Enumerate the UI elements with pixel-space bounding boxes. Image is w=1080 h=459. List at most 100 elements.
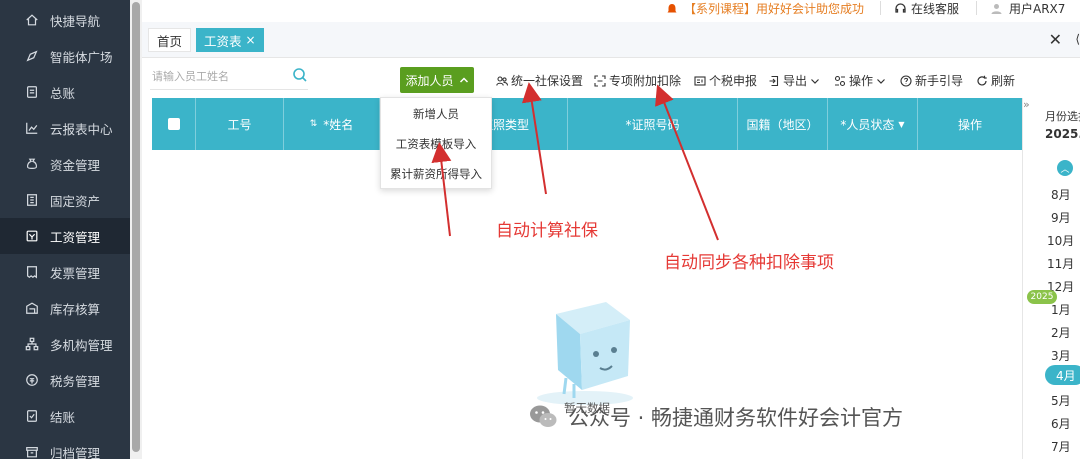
select-all-checkbox[interactable]: [167, 118, 180, 130]
month-selector-title: 月份选择: [1045, 110, 1080, 123]
sidebar-item-label: 归档管理: [50, 445, 101, 459]
new-user-guide-button[interactable]: 新手引导: [900, 72, 963, 89]
sidebar-item-ledger[interactable]: 总账: [0, 74, 130, 110]
archive-icon: [24, 444, 40, 459]
sidebar-item-agent-square[interactable]: 智能体广场: [0, 38, 130, 74]
online-service-label: 在线客服: [911, 2, 960, 16]
sidebar-item-archive[interactable]: 归档管理: [0, 434, 130, 459]
add-employee-label: 添加人员: [405, 73, 454, 88]
sidebar-item-label: 库存核算: [50, 301, 101, 317]
tab-salary-label: 工资表: [204, 33, 242, 49]
invoice-icon: [24, 264, 40, 280]
month-item[interactable]: 1月: [1051, 301, 1080, 318]
org-icon: [24, 336, 40, 352]
filter-caret-icon[interactable]: ▼: [898, 120, 904, 129]
sidebar-item-fixed-assets[interactable]: 固定资产: [0, 182, 130, 218]
column-header-status[interactable]: *人员状态 ▼: [828, 98, 918, 150]
export-label: 导出: [783, 74, 808, 88]
month-item[interactable]: 3月: [1051, 347, 1080, 364]
course-notice-link[interactable]: 【系列课程】用好好会计助您成功: [666, 0, 864, 17]
sidebar-item-invoice[interactable]: 发票管理: [0, 254, 130, 290]
sidebar-item-quick-nav[interactable]: 快捷导航: [0, 2, 130, 38]
column-header-employee-id[interactable]: 工号: [196, 98, 284, 150]
dropdown-item-cumulative-import[interactable]: 累计薪资所得导入: [381, 160, 491, 188]
social-security-settings-label: 统一社保设置: [511, 74, 584, 88]
sidebar-item-salary[interactable]: 工资管理: [0, 218, 130, 254]
tab-home[interactable]: 首页: [148, 28, 192, 52]
panel-collapse-icon[interactable]: »: [1023, 98, 1035, 116]
refresh-button[interactable]: 刷新: [976, 72, 1015, 89]
sidebar-item-closing[interactable]: 结账: [0, 398, 130, 434]
sidebar-item-report-center[interactable]: 云报表中心: [0, 110, 130, 146]
tab-close-icon[interactable]: ×: [246, 33, 256, 47]
user-name: 用户ARX7: [1009, 2, 1066, 16]
month-item[interactable]: 9月: [1051, 209, 1080, 226]
sidebar-item-label: 快捷导航: [50, 13, 101, 29]
add-employee-dropdown: 新增人员 工资表模板导入 累计薪资所得导入: [380, 97, 492, 189]
dropdown-item-label: 累计薪资所得导入: [390, 167, 482, 181]
ledger-icon: [24, 84, 40, 100]
wechat-icon: [530, 405, 557, 427]
sidebar-item-label: 固定资产: [50, 193, 101, 209]
chevron-down-icon: [877, 78, 885, 84]
tab-salary[interactable]: 工资表 ×: [196, 28, 264, 52]
search-icon[interactable]: [292, 67, 308, 83]
tab-home-label: 首页: [157, 33, 183, 49]
close-all-tabs-icon[interactable]: ✕: [1049, 30, 1062, 49]
annotation-auto-deduction: 自动同步各种扣除事项: [664, 253, 834, 273]
course-notice-text: 【系列课程】用好好会计助您成功: [684, 2, 865, 16]
sidebar-item-tax[interactable]: 税务管理: [0, 362, 130, 398]
special-deduction-button[interactable]: 专项附加扣除: [594, 72, 681, 89]
dropdown-item-new-employee[interactable]: 新增人员: [381, 100, 491, 128]
column-header-nationality[interactable]: 国籍（地区）: [738, 98, 828, 150]
month-item[interactable]: 2月: [1051, 324, 1080, 341]
operation-dropdown[interactable]: 操作: [834, 72, 886, 89]
column-header-label: *证照号码: [625, 117, 680, 132]
month-item[interactable]: 8月: [1051, 186, 1080, 203]
chart-icon: [24, 120, 40, 136]
sidebar: 快捷导航 智能体广场 总账 云报表中心 资金管理 固定资产 工资管理 发票管理 …: [0, 0, 130, 459]
month-item[interactable]: 11月: [1047, 255, 1077, 272]
dropdown-item-template-import[interactable]: 工资表模板导入: [381, 130, 491, 158]
column-header-label: 工号: [227, 117, 252, 132]
close-books-icon: [24, 408, 40, 424]
column-header-label: *姓名: [323, 117, 354, 132]
export-icon: [769, 75, 779, 86]
tabs-more-icon[interactable]: ⟨: [1075, 32, 1080, 46]
month-item[interactable]: 5月: [1051, 392, 1080, 409]
sidebar-item-multi-org[interactable]: 多机构管理: [0, 326, 130, 362]
dropdown-item-label: 工资表模板导入: [395, 137, 477, 151]
operation-label: 操作: [849, 74, 874, 88]
current-period: 2025.04: [1045, 127, 1080, 141]
column-header-id-number[interactable]: *证照号码: [568, 98, 738, 150]
warehouse-icon: [24, 300, 40, 316]
online-service-button[interactable]: 在线客服: [894, 0, 959, 17]
column-header-name[interactable]: ⇅ *姓名: [284, 98, 380, 150]
sidebar-item-label: 税务管理: [50, 373, 101, 389]
sidebar-scrollbar[interactable]: [130, 0, 142, 459]
user-menu[interactable]: 用户ARX7: [990, 0, 1065, 17]
sort-icon[interactable]: ⇅: [310, 119, 318, 129]
month-item[interactable]: 6月: [1051, 415, 1080, 432]
month-item[interactable]: 10月: [1047, 232, 1077, 249]
topbar-divider: [880, 1, 881, 15]
chevron-down-icon: [811, 78, 819, 84]
add-employee-button[interactable]: 添加人员: [400, 67, 474, 93]
salary-icon: [24, 228, 40, 244]
select-all-cell[interactable]: [152, 98, 196, 150]
chevron-up-icon[interactable]: ︿: [1057, 160, 1073, 176]
month-item-active[interactable]: 4月: [1045, 365, 1080, 385]
sidebar-scrollbar-thumb[interactable]: [132, 2, 140, 452]
export-dropdown[interactable]: 导出: [768, 72, 820, 89]
sidebar-item-fund[interactable]: 资金管理: [0, 146, 130, 182]
users-icon: [496, 75, 508, 86]
sidebar-item-label: 智能体广场: [50, 49, 113, 65]
tax-report-button[interactable]: 个税申报: [694, 72, 757, 89]
home-icon: [24, 12, 40, 28]
employee-search-input[interactable]: [150, 64, 308, 90]
sidebar-item-inventory[interactable]: 库存核算: [0, 290, 130, 326]
empty-box-illustration: [537, 302, 633, 405]
watermark-text: 公众号 · 畅捷通财务软件好会计官方: [568, 406, 904, 430]
social-security-settings-button[interactable]: 统一社保设置: [496, 72, 583, 89]
month-item[interactable]: 7月: [1051, 438, 1080, 455]
